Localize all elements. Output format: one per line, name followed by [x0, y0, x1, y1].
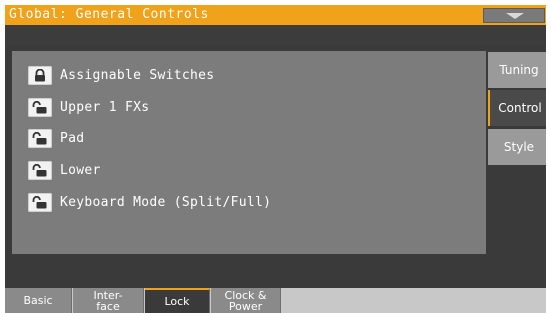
bottom-tab-clock-power[interactable]: Clock & Power [211, 288, 281, 313]
chevron-down-icon [506, 13, 524, 19]
lock-item-upper-1-fxs[interactable]: Upper 1 FXs [28, 96, 149, 118]
page-title: Global: General Controls [9, 7, 209, 22]
global-general-controls-screen: Global: General Controls Assignable Swit… [5, 5, 546, 313]
panel-header-band [5, 25, 546, 47]
bottom-tab-basic[interactable]: Basic [5, 288, 72, 313]
side-tab-style[interactable]: Style [488, 129, 546, 165]
lock-item-label: Keyboard Mode (Split/Full) [60, 194, 272, 210]
lock-item-label: Upper 1 FXs [60, 99, 150, 115]
lock-item-keyboard-mode[interactable]: Keyboard Mode (Split/Full) [28, 191, 271, 213]
lock-item-pad[interactable]: Pad [28, 127, 84, 149]
lock-open-icon[interactable] [28, 192, 52, 212]
page-menu-button[interactable] [483, 8, 545, 23]
side-tab-control[interactable]: Control [488, 90, 546, 126]
lock-closed-icon[interactable] [28, 65, 52, 85]
lock-open-icon[interactable] [28, 160, 52, 180]
title-bar: Global: General Controls [5, 5, 546, 25]
side-tab-tuning[interactable]: Tuning [488, 52, 546, 88]
lock-item-lower[interactable]: Lower [28, 159, 101, 181]
bottom-tab-interface[interactable]: Inter- face [73, 288, 144, 313]
lock-open-icon[interactable] [28, 128, 52, 148]
bottom-tab-lock[interactable]: Lock [145, 288, 210, 313]
lock-item-label: Pad [60, 130, 85, 146]
lock-open-icon[interactable] [28, 97, 52, 117]
lock-item-label: Lower [60, 162, 101, 178]
lock-item-label: Assignable Switches [60, 67, 215, 83]
lock-panel: Assignable Switches Upper 1 FXs Pad Lowe… [12, 51, 486, 254]
lock-item-assignable-switches[interactable]: Assignable Switches [28, 64, 214, 86]
